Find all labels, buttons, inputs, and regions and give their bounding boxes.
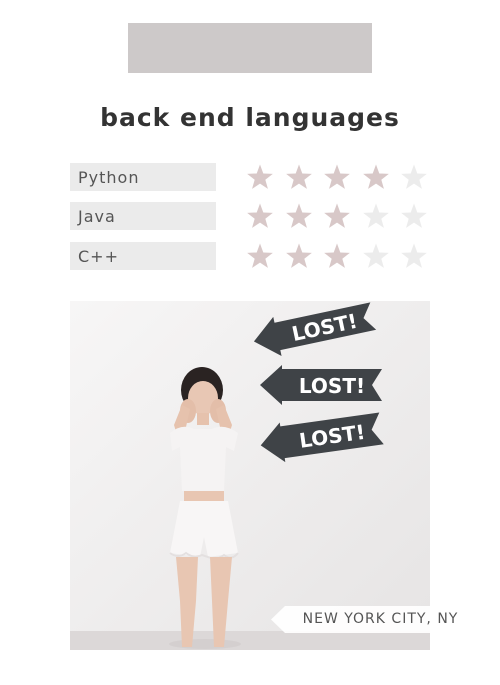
profile-photo: LOST! LOST! LOST!	[70, 301, 430, 650]
skill-row-java: Java	[70, 202, 440, 230]
skill-label: Java	[70, 202, 216, 230]
lost-sign: LOST!	[260, 365, 382, 405]
star-filled-icon	[285, 243, 312, 268]
lost-sign-text: LOST!	[299, 374, 365, 398]
section-title: back end languages	[100, 103, 400, 132]
star-filled-icon	[362, 164, 389, 189]
star-rating	[246, 202, 436, 230]
star-empty-icon	[362, 203, 389, 228]
skill-label: Python	[70, 163, 216, 191]
location-label: NEW YORK CITY, NY	[302, 611, 459, 627]
skill-row-python: Python	[70, 163, 440, 191]
wall-background	[70, 301, 430, 650]
star-filled-icon	[247, 164, 273, 189]
star-filled-icon	[324, 164, 350, 189]
location-tag: NEW YORK CITY, NY	[271, 606, 473, 633]
skill-label: C++	[70, 242, 216, 270]
star-rating	[246, 242, 436, 270]
star-empty-icon	[401, 164, 427, 189]
floor-strip	[70, 631, 430, 650]
photo-illustration: LOST! LOST! LOST!	[70, 301, 430, 650]
star-filled-icon	[285, 203, 312, 228]
star-empty-icon	[401, 243, 427, 268]
star-filled-icon	[247, 203, 273, 228]
star-rating	[246, 163, 436, 191]
star-filled-icon	[324, 243, 350, 268]
star-filled-icon	[324, 203, 350, 228]
skill-row-cpp: C++	[70, 242, 440, 270]
star-filled-icon	[285, 164, 312, 189]
header-placeholder-bar	[128, 23, 372, 73]
star-empty-icon	[401, 203, 427, 228]
star-empty-icon	[362, 243, 389, 268]
star-filled-icon	[247, 243, 273, 268]
